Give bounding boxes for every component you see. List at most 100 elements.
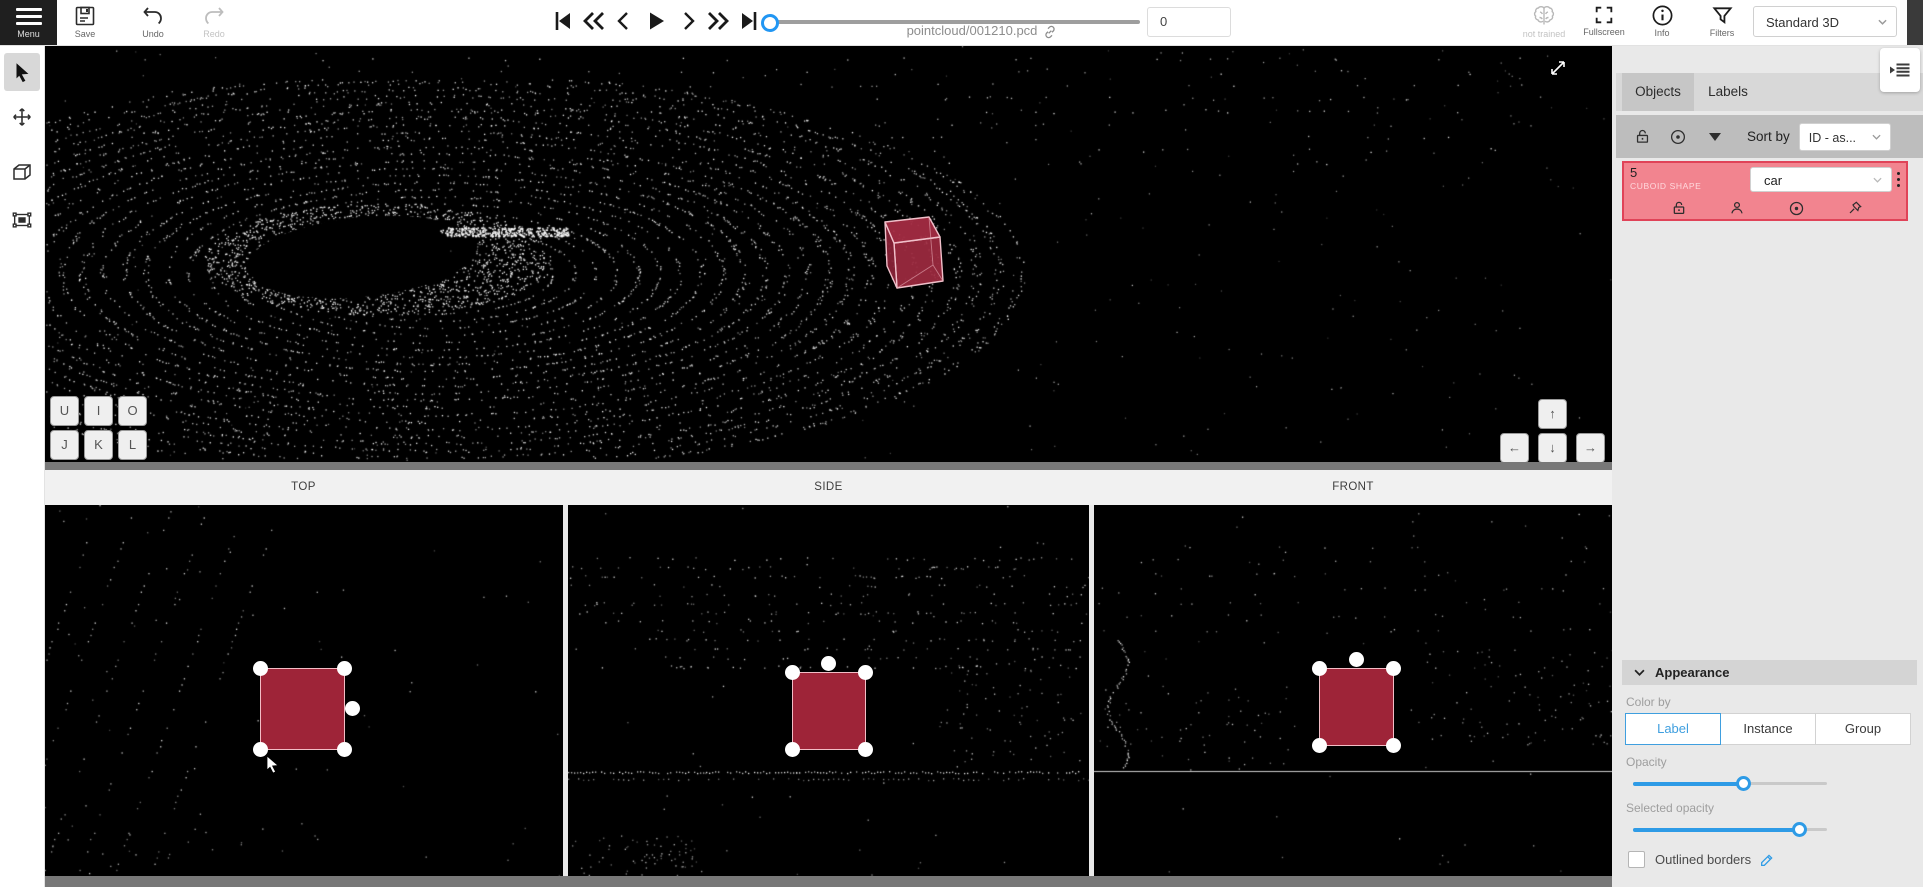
handle-front-tl[interactable] [1312,661,1327,676]
skip-to-start-button[interactable] [551,9,577,35]
object-actions [1624,200,1910,217]
tab-labels[interactable]: Labels [1694,73,1762,111]
skip-start-icon [551,9,575,33]
previous-frame-button[interactable] [613,9,639,35]
select-tool-button[interactable] [4,53,40,91]
main-3d-viewport[interactable]: U I O J K L ↑ ← ↓ → [44,45,1612,462]
skip-end-icon [737,9,761,33]
fast-backward-icon [582,9,606,33]
handle-top-rotate[interactable] [345,701,360,716]
hotkey-l[interactable]: L [118,430,147,460]
fullscreen-button[interactable]: Fullscreen [1573,4,1635,37]
horizontal-divider-top[interactable] [44,462,1612,470]
front-view-label: FRONT [1094,470,1612,505]
object-menu-button[interactable] [1893,169,1903,190]
color-by-label-button[interactable]: Label [1625,713,1721,745]
sort-direction-icon[interactable] [1709,133,1721,141]
visibility-all-icon[interactable] [1669,128,1687,146]
nav-left-button[interactable]: ← [1500,433,1529,462]
save-label: Save [57,29,113,39]
object-shape-label: CUBOID SHAPE [1630,181,1701,191]
handle-side-tl[interactable] [785,665,800,680]
object-pin-icon[interactable] [1847,200,1863,217]
horizontal-divider-bottom[interactable] [44,876,1612,887]
collapse-panel-icon [1889,60,1911,80]
top-viewport[interactable] [44,505,563,876]
collapse-panel-button[interactable] [1880,48,1920,92]
handle-top-br[interactable] [337,742,352,757]
opacity-slider[interactable] [1633,775,1827,791]
color-by-group-button[interactable]: Group [1815,713,1911,745]
cuboid-annotation-front[interactable] [1319,668,1394,746]
link-icon[interactable] [1042,24,1058,40]
object-visibility-icon[interactable] [1788,200,1805,217]
timeline-handle[interactable] [761,14,779,32]
selected-opacity-slider[interactable] [1633,821,1827,837]
opacity-slider-handle[interactable] [1736,776,1751,791]
nav-right-button[interactable]: → [1576,433,1605,462]
tab-objects[interactable]: Objects [1622,73,1694,111]
cuboid-annotation-3d[interactable] [882,215,954,297]
undo-button[interactable]: Undo [125,4,181,39]
object-lock-icon[interactable] [1671,200,1687,217]
outlined-borders-checkbox[interactable] [1628,851,1645,868]
appearance-header[interactable]: Appearance [1622,660,1917,685]
hotkey-j[interactable]: J [50,430,79,460]
object-class-select[interactable]: car [1750,167,1892,192]
left-tool-rail [0,45,45,887]
play-button[interactable] [644,9,670,35]
frame-annotation-tool-button[interactable] [4,201,40,239]
info-label: Info [1634,28,1690,38]
panel-tabbar: Objects Labels [1616,73,1923,111]
front-viewport[interactable] [1094,505,1612,876]
undo-label: Undo [125,29,181,39]
cuboid-annotation-side[interactable] [792,672,866,750]
side-viewport[interactable] [568,505,1089,876]
frame-number-input[interactable]: 0 [1147,7,1231,37]
object-class-value: car [1764,173,1782,188]
handle-front-br[interactable] [1386,738,1401,753]
ai-model-button[interactable]: not trained [1513,4,1575,39]
menu-button[interactable]: Menu [0,0,57,45]
skip-to-end-button[interactable] [737,9,763,35]
object-row[interactable]: 5 CUBOID SHAPE car [1622,161,1908,221]
object-author-icon[interactable] [1729,200,1745,217]
redo-button[interactable]: Redo [186,4,242,39]
handle-front-bl[interactable] [1312,738,1327,753]
filters-label: Filters [1694,28,1750,38]
cuboid-annotation-top[interactable] [260,668,345,750]
hotkey-k[interactable]: K [84,430,113,460]
pan-tool-button[interactable] [4,98,40,136]
nav-up-button[interactable]: ↑ [1538,399,1567,429]
handle-top-bl[interactable] [253,742,268,757]
main-3d-canvas[interactable] [44,45,1612,462]
handle-front-tr[interactable] [1386,661,1401,676]
color-by-instance-button[interactable]: Instance [1720,713,1816,745]
edit-border-color-icon[interactable] [1759,852,1775,868]
fast-forward-button[interactable] [706,9,732,35]
cuboid-tool-button[interactable] [4,153,40,191]
fast-backward-button[interactable] [582,9,608,35]
info-button[interactable]: Info [1634,4,1690,38]
sort-select[interactable]: ID - as... [1799,123,1891,151]
handle-side-br[interactable] [858,742,873,757]
handle-top-tr[interactable] [337,661,352,676]
handle-side-rotate[interactable] [821,656,836,671]
filters-button[interactable]: Filters [1694,4,1750,38]
color-by-label: Color by [1626,695,1917,709]
handle-side-tr[interactable] [858,665,873,680]
handle-front-rotate[interactable] [1349,652,1364,667]
lock-all-icon[interactable] [1634,128,1651,145]
nav-down-button[interactable]: ↓ [1538,433,1567,462]
hotkey-u[interactable]: U [50,396,79,426]
handle-top-tl[interactable] [253,661,268,676]
handle-side-bl[interactable] [785,742,800,757]
redo-label: Redo [186,29,242,39]
selected-opacity-slider-handle[interactable] [1792,822,1807,837]
expand-view-icon[interactable] [1549,59,1567,77]
view-mode-select[interactable]: Standard 3D [1753,6,1897,37]
save-button[interactable]: Save [57,4,113,39]
hotkey-o[interactable]: O [118,396,147,426]
hotkey-i[interactable]: I [84,396,113,426]
next-frame-button[interactable] [675,9,701,35]
